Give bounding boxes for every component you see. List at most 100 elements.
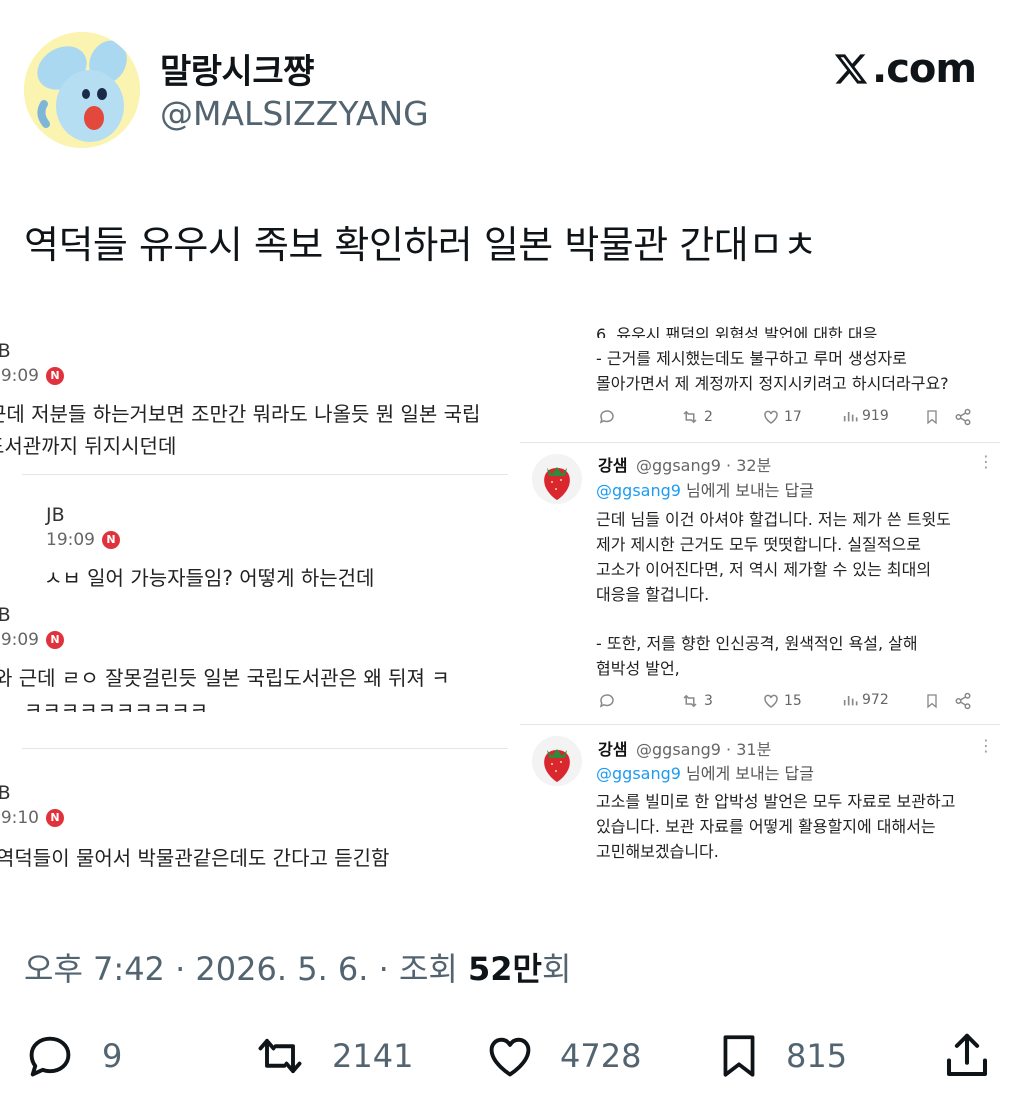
x-brand: .com: [832, 46, 977, 92]
heart-icon: [489, 1037, 531, 1077]
reply-like-action: 17: [762, 408, 802, 426]
author-name[interactable]: 말랑시크쨩: [160, 44, 314, 93]
reply-to-line: @ggsang9 님에게 보내는 답글: [596, 481, 814, 500]
comment-line: 근데 저분들 하는거보면 조만간 뭐라도 나올듯 뭔 일본 국립: [0, 402, 481, 426]
comment-divider: [22, 474, 508, 475]
heart-icon: [764, 410, 778, 424]
view-suffix: 회: [542, 950, 572, 988]
reply-line: 고민해보겠습니다.: [596, 842, 719, 861]
reply-share-action: [954, 408, 972, 426]
reply-like-action: 15: [762, 692, 802, 710]
comment-time-text: 19:10: [0, 808, 39, 828]
bookmark-button[interactable]: 815: [714, 1024, 847, 1088]
comment-time-text: 19:09: [0, 366, 39, 386]
reply-line: - 또한, 저를 향한 인신공격, 원색적인 욕설, 살해: [596, 634, 918, 653]
reply-author-name: 강샘: [598, 456, 628, 475]
like-button[interactable]: 4728: [482, 1024, 641, 1088]
comment-icon: [599, 410, 614, 424]
retweet-icon: [683, 694, 697, 708]
new-badge: N: [102, 531, 120, 549]
reply-divider: [520, 442, 1000, 443]
like-count: 17: [784, 409, 802, 425]
share-icon: [955, 408, 971, 426]
reply-line: 협박성 발언,: [596, 659, 680, 678]
author-avatar[interactable]: [24, 32, 140, 148]
reply-actions: 3 15 972: [598, 692, 978, 714]
reply-comment-action: [598, 692, 616, 710]
reply-line: - 근거를 제시했는데도 불구하고 루머 생성자로: [596, 349, 907, 368]
reply-thread-screenshot: 6. 유우시 팬덤의 위협성 발언에 대한 대응 - 근거를 제시했는데도 불구…: [516, 318, 1024, 892]
reply-divider: [520, 724, 1000, 725]
reply-mention: @ggsang9: [596, 481, 681, 500]
reply-views-action: 972: [842, 692, 889, 708]
view-count: 919: [862, 408, 889, 424]
comment-author: JB: [0, 782, 11, 804]
strawberry-avatar-icon: [532, 736, 582, 786]
more-options-icon: ⋮: [978, 452, 994, 471]
reply-bookmark-action: [924, 408, 940, 426]
share-icon: [946, 1033, 988, 1077]
bookmark-icon: [723, 1035, 755, 1077]
reply-avatar: [532, 454, 582, 504]
reply-line: 몰아가면서 제 계정까지 정지시키려고 하시더라구요?: [596, 374, 949, 393]
comment-time: 19:10 N: [0, 808, 64, 828]
comment-line: 역덕들이 물어서 박물관같은데도 간다고 듣긴함: [0, 846, 390, 870]
reply-line: 고소를 빌미로 한 압박성 발언은 모두 자료로 보관하고: [596, 792, 956, 811]
reply-to-line: @ggsang9 님에게 보내는 답글: [596, 764, 814, 783]
new-badge: N: [46, 367, 64, 385]
view-count: 972: [862, 692, 889, 708]
x-logo-icon: [834, 54, 868, 84]
reply-author-handle: @ggsang9 · 32분: [636, 456, 772, 475]
comment-author: JB: [0, 340, 11, 362]
reply-mention: @ggsang9: [596, 764, 681, 783]
author-handle[interactable]: @MALSIZZYANG: [160, 94, 429, 133]
comment-icon: [599, 694, 614, 708]
comment-line: 도서관까지 뒤지시던데: [0, 434, 177, 458]
brand-text: .com: [872, 46, 977, 92]
reply-retweet-action: 3: [680, 692, 713, 710]
heart-icon: [764, 694, 778, 708]
retweet-icon: [258, 1038, 302, 1074]
tweet-action-bar: 9 2141 4728 815: [0, 1024, 1024, 1088]
more-options-icon: ⋮: [978, 736, 994, 755]
reply-line: 있습니다. 보관 자료를 어떻게 활용할지에 대해서는: [596, 817, 936, 836]
comment-line: ㅋㅋㅋㅋㅋㅋㅋㅋㅋㅋ: [24, 698, 208, 712]
reply-line: 6. 유우시 팬덤의 위협성 발언에 대한 대응: [596, 325, 878, 338]
new-badge: N: [46, 631, 64, 649]
avatar-illustration: [24, 32, 140, 148]
tweet-text: 역덕들 유우시 족보 확인하러 일본 박물관 간대ㅁㅊ: [24, 223, 818, 267]
retweet-icon: [683, 410, 697, 424]
bookmark-icon: [927, 694, 937, 709]
retweet-count: 2141: [332, 1037, 414, 1075]
comment-line: ㅅㅂ 일어 가능자들임? 어떻게 하는건데: [44, 566, 375, 590]
reply-bookmark-action: [924, 692, 940, 710]
comment-time: 19:09 N: [0, 630, 64, 650]
retweet-count: 2: [704, 409, 713, 425]
retweet-count: 3: [704, 693, 713, 709]
comment-thread-screenshot: JB 19:09 N 근데 저분들 하는거보면 조만간 뭐라도 나올듯 뭔 일본…: [0, 318, 508, 892]
reply-views-action: 919: [842, 408, 889, 424]
share-icon: [955, 692, 971, 710]
comment-author: JB: [0, 604, 11, 626]
comment-time-text: 19:09: [0, 630, 39, 650]
tweet-media-image[interactable]: JB 19:09 N 근데 저분들 하는거보면 조만간 뭐라도 나올듯 뭔 일본…: [0, 318, 1024, 892]
timestamp-text: 오후 7:42 · 2026. 5. 6. · 조회: [24, 950, 469, 988]
reply-comment-action: [598, 408, 616, 426]
reply-actions: 2 17 919: [598, 408, 978, 430]
reply-author-handle: @ggsang9 · 31분: [636, 740, 772, 759]
reply-author-name: 강샘: [598, 740, 628, 759]
like-count: 15: [784, 693, 802, 709]
tweet-timestamp-views[interactable]: 오후 7:42 · 2026. 5. 6. · 조회 52만회: [24, 944, 571, 990]
reply-line: 고소가 이어진다면, 저 역시 제가할 수 있는 최대의: [596, 560, 932, 579]
comment-time: 19:09 N: [46, 530, 120, 550]
share-button[interactable]: [940, 1024, 994, 1088]
comment-icon: [29, 1036, 71, 1077]
reply-share-action: [954, 692, 972, 710]
comment-author: JB: [46, 504, 65, 526]
reply-count: 9: [102, 1037, 123, 1075]
views-icon: [843, 412, 858, 422]
reply-button[interactable]: 9: [24, 1024, 122, 1088]
retweet-button[interactable]: 2141: [250, 1024, 413, 1088]
comment-time-text: 19:09: [46, 530, 95, 550]
new-badge: N: [46, 809, 64, 827]
